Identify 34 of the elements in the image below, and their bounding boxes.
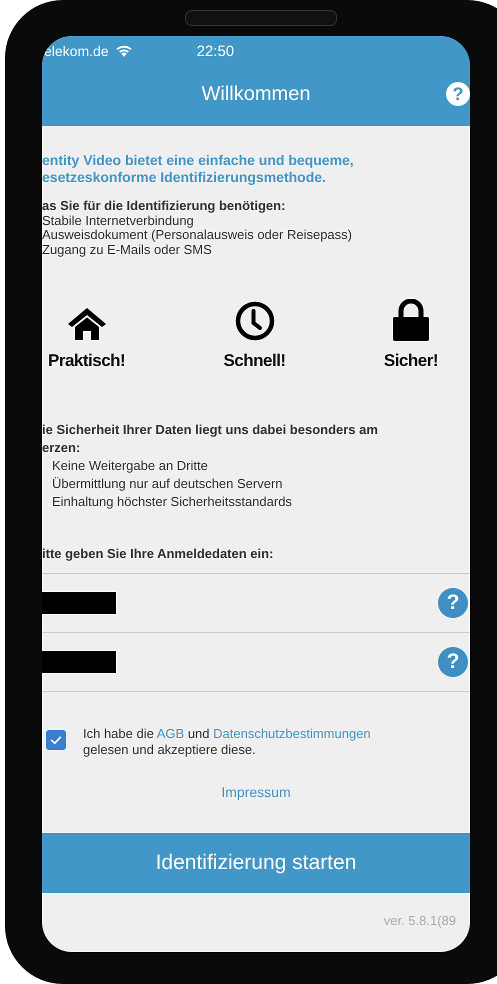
intro-text: esetzeskonforme Identifizierungsmethode. (42, 169, 327, 186)
consent-link[interactable]: Datenschutzbestimmungen (213, 726, 371, 741)
feature-label: Schnell! (223, 351, 286, 371)
help-button[interactable]: ? (438, 588, 468, 618)
requirement-item: Zugang zu E-Mails oder SMS (42, 242, 212, 257)
house-icon (66, 307, 107, 341)
consent-text: Ich habe die AGB und Datenschutzbestimmungen gelesen und akzeptiere diese. (83, 726, 371, 758)
requirements-heading: as Sie für die Identifizierung benötigen: (42, 199, 286, 214)
start-button[interactable]: Identifizierung starten (42, 833, 470, 893)
impressum-link[interactable]: Impressum (221, 784, 291, 800)
requirement-item: Stabile Internetverbindung (42, 214, 194, 228)
status-time: 22:50 (196, 42, 234, 60)
privacy-item: Keine Weitergabe an Dritte (51, 457, 209, 475)
lock-icon (392, 299, 430, 341)
login-heading: itte geben Sie Ihre Anmeldedaten ein: (42, 546, 274, 561)
feature-label: Sicher! (384, 351, 438, 371)
privacy-heading: ie Sicherheit Ihrer Daten liegt uns dabei besonders am (42, 421, 379, 439)
version-text: ver. 5.8.1(89 (384, 913, 456, 928)
privacy-item: Einhaltung höchster Sicherheitsstandards (51, 493, 293, 511)
help-button[interactable]: ? (446, 82, 470, 106)
clock-icon (234, 301, 275, 341)
input-field[interactable]: ? (42, 633, 470, 692)
carrier-name: elekom.de (44, 43, 109, 59)
consent-checkbox[interactable] (46, 730, 66, 750)
wifi-icon (114, 44, 133, 58)
requirement-item: Ausweisdokument (Personalausweis oder Reisepass) (42, 228, 353, 242)
help-button[interactable]: ? (438, 647, 468, 677)
privacy-item: Übermittlung nur auf deutschen Servern (51, 475, 284, 493)
consent-link[interactable]: AGB (156, 726, 184, 741)
input-field[interactable]: ? (42, 574, 470, 633)
privacy-heading: erzen: (42, 439, 82, 457)
screen-title: Willkommen (202, 82, 310, 106)
intro-text: entity Video bietet eine einfache und bequeme, (42, 152, 355, 169)
feature-label: Praktisch! (48, 351, 126, 371)
